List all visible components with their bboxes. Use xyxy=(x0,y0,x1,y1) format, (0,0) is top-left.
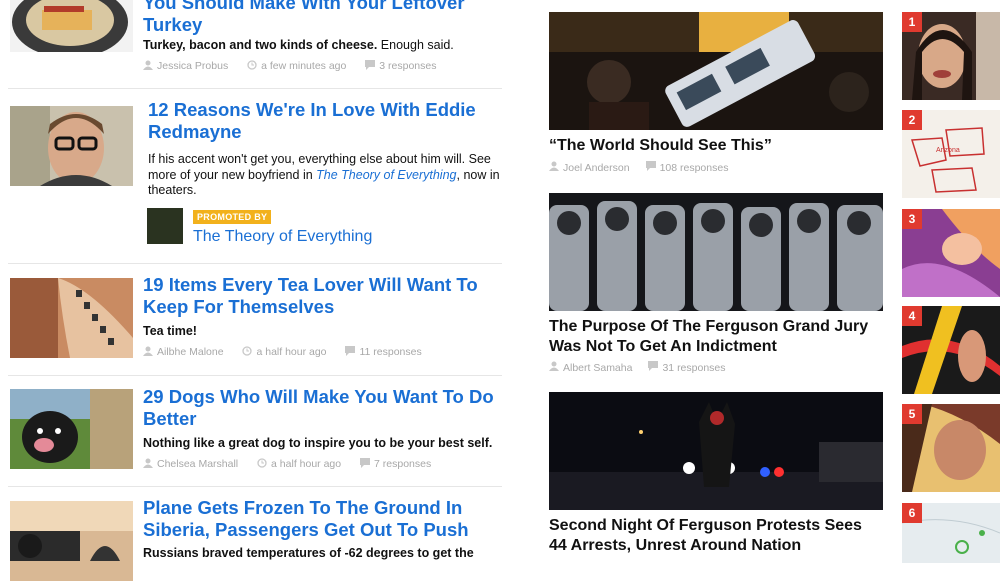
clock-icon xyxy=(247,60,257,70)
feed-column: You Should Make With Your Leftover Turke… xyxy=(0,0,512,581)
story-meta: Joel Anderson 108 responses xyxy=(549,161,728,174)
post-time: a half hour ago xyxy=(256,346,327,358)
author-icon xyxy=(549,361,559,371)
story-title[interactable]: “The World Should See This” xyxy=(549,136,883,156)
comment-icon xyxy=(648,361,659,371)
desc-bold: Nothing like a great dog to inspire you … xyxy=(143,436,493,450)
feed-item: Plane Gets Frozen To The Ground In Siber… xyxy=(0,487,512,581)
author-name[interactable]: Ailbhe Malone xyxy=(157,346,224,358)
feed-title[interactable]: 12 Reasons We're In Love With Eddie Redm… xyxy=(148,99,506,143)
feed-title[interactable]: 19 Items Every Tea Lover Will Want To Ke… xyxy=(143,274,506,318)
story-title[interactable]: The Purpose Of The Ferguson Grand Jury W… xyxy=(549,317,883,357)
desc-bold: Tea time! xyxy=(143,324,197,338)
story-title[interactable]: Second Night Of Ferguson Protests Sees 4… xyxy=(549,516,883,556)
desc-rest: Enough said. xyxy=(377,38,454,52)
feed-meta: Ailbhe Malone a half hour ago 11 respons… xyxy=(143,346,438,358)
rank-number: 1 xyxy=(902,12,922,32)
promoter-logo[interactable] xyxy=(147,208,183,244)
trending-item[interactable]: 3 xyxy=(902,209,1000,297)
feed-title[interactable]: Plane Gets Frozen To The Ground In Siber… xyxy=(143,497,506,541)
promoter-name[interactable]: The Theory of Everything xyxy=(193,228,372,246)
comment-icon xyxy=(645,161,656,171)
response-count[interactable]: 11 responses xyxy=(359,346,421,358)
comment-icon xyxy=(345,346,356,356)
story-card: The Purpose Of The Ferguson Grand Jury W… xyxy=(549,193,883,378)
story-meta: Albert Samaha 31 responses xyxy=(549,361,726,374)
feed-description: Nothing like a great dog to inspire you … xyxy=(143,436,502,452)
response-count[interactable]: 7 responses xyxy=(374,458,431,470)
top-stories-column: “The World Should See This” Joel Anderso… xyxy=(549,0,883,563)
feed-thumbnail[interactable] xyxy=(10,106,133,186)
comment-icon xyxy=(360,458,371,468)
trending-item[interactable]: 5 xyxy=(902,404,1000,492)
comment-icon xyxy=(365,60,376,70)
feed-meta: Jessica Probus a few minutes ago 3 respo… xyxy=(143,60,452,72)
story-image[interactable] xyxy=(549,193,883,311)
rank-number: 2 xyxy=(902,110,922,130)
feed-title[interactable]: 29 Dogs Who Will Make You Want To Do Bet… xyxy=(143,386,506,430)
feed-thumbnail[interactable] xyxy=(10,0,133,52)
feed-meta: Chelsea Marshall a half hour ago 7 respo… xyxy=(143,458,447,470)
feed-item: 29 Dogs Who Will Make You Want To Do Bet… xyxy=(0,376,512,486)
story-image[interactable] xyxy=(549,392,883,510)
feed-item: You Should Make With Your Leftover Turke… xyxy=(0,0,512,88)
author-icon xyxy=(143,458,153,468)
desc-bold: Turkey, bacon and two kinds of cheese. xyxy=(143,38,378,52)
author-icon xyxy=(549,161,559,171)
post-time: a few minutes ago xyxy=(261,60,347,72)
trending-item[interactable]: 6 xyxy=(902,503,1000,563)
feed-description: Turkey, bacon and two kinds of cheese. E… xyxy=(143,38,502,54)
author-icon xyxy=(143,346,153,356)
author-name[interactable]: Jessica Probus xyxy=(157,60,228,72)
feed-item: 19 Items Every Tea Lover Will Want To Ke… xyxy=(0,264,512,376)
clock-icon xyxy=(242,346,253,356)
trending-item[interactable]: Arizona 2 xyxy=(902,110,1000,198)
response-count[interactable]: 108 responses xyxy=(660,162,729,174)
rank-number: 3 xyxy=(902,209,922,229)
feed-description: If his accent won't get you, everything … xyxy=(148,152,502,199)
rank-number: 5 xyxy=(902,404,922,424)
author-icon xyxy=(143,60,153,70)
story-card: “The World Should See This” Joel Anderso… xyxy=(549,12,883,182)
rank-number: 6 xyxy=(902,503,922,523)
svg-text:Arizona: Arizona xyxy=(936,147,960,154)
post-time: a half hour ago xyxy=(271,458,342,470)
clock-icon xyxy=(257,458,267,468)
trending-item[interactable]: 1 xyxy=(902,12,1000,100)
feed-title[interactable]: You Should Make With Your Leftover Turke… xyxy=(143,0,506,36)
feed-description: Russians braved temperatures of -62 degr… xyxy=(143,546,502,562)
feed-thumbnail[interactable] xyxy=(10,278,133,358)
promoted-badge: PROMOTED BY xyxy=(193,210,272,224)
desc-bold: Russians braved temperatures of -62 degr… xyxy=(143,546,474,560)
movie-link[interactable]: The Theory of Everything xyxy=(316,168,456,182)
trending-rail: 1 Arizona 2 3 4 5 6 xyxy=(902,0,1000,563)
author-name[interactable]: Joel Anderson xyxy=(563,162,630,174)
feed-thumbnail[interactable] xyxy=(10,501,133,581)
response-count[interactable]: 31 responses xyxy=(662,362,725,374)
feed-thumbnail[interactable] xyxy=(10,389,133,469)
trending-item[interactable]: 4 xyxy=(902,306,1000,394)
feed-description: Tea time! xyxy=(143,324,502,340)
author-name[interactable]: Chelsea Marshall xyxy=(157,458,238,470)
response-count[interactable]: 3 responses xyxy=(379,60,436,72)
rank-number: 4 xyxy=(902,306,922,326)
author-name[interactable]: Albert Samaha xyxy=(563,362,632,374)
story-image[interactable] xyxy=(549,12,883,130)
story-card: Second Night Of Ferguson Protests Sees 4… xyxy=(549,392,883,563)
